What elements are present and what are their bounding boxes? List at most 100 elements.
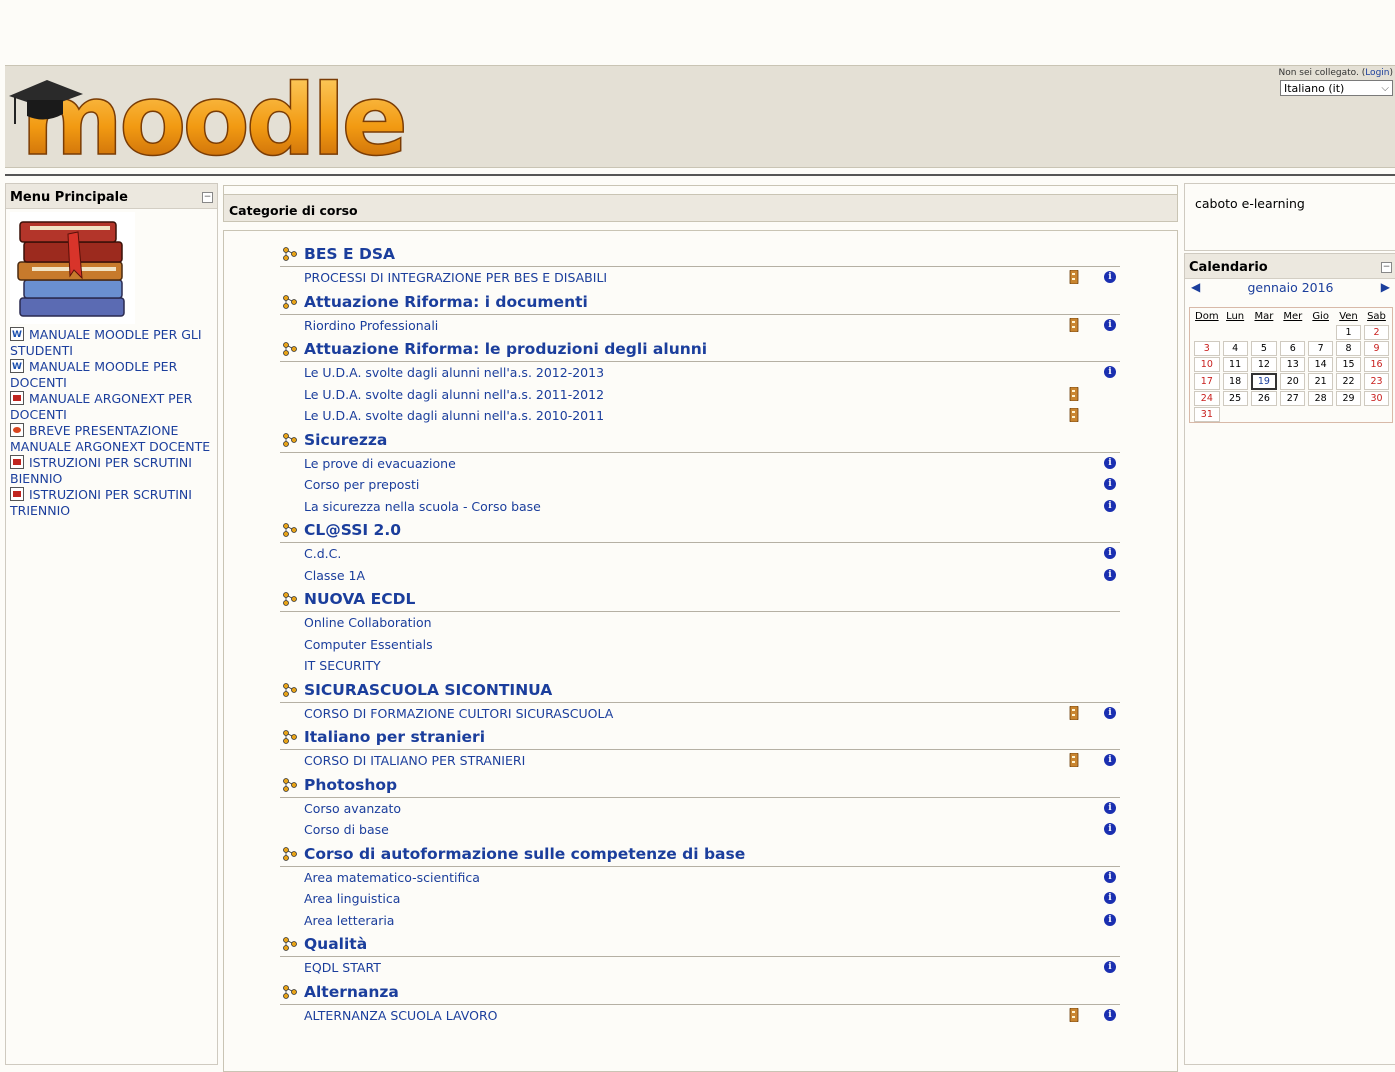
calendar-day[interactable]: 30	[1363, 391, 1389, 406]
collapse-icon[interactable]: −	[1381, 262, 1392, 273]
calendar-day[interactable]: 23	[1363, 373, 1389, 390]
info-icon[interactable]: i	[1104, 1008, 1116, 1021]
course-link[interactable]: CORSO DI FORMAZIONE CULTORI SICURASCUOLA	[304, 706, 613, 721]
resource-link[interactable]: MANUALE MOODLE PER DOCENTI	[10, 359, 177, 390]
calendar-day[interactable]: 22	[1336, 373, 1361, 390]
calendar-day[interactable]: 5	[1250, 341, 1278, 356]
resource-item[interactable]: MANUALE ARGONEXT PER DOCENTI	[10, 391, 215, 423]
calendar-day[interactable]: 13	[1280, 357, 1306, 372]
info-icon[interactable]: i	[1104, 318, 1116, 331]
info-icon[interactable]: i	[1104, 271, 1116, 283]
calendar-day[interactable]: 8	[1336, 341, 1361, 356]
resource-item[interactable]: BREVE PRESENTAZIONE MANUALE ARGONEXT DOC…	[10, 423, 215, 455]
course-link[interactable]: IT SECURITY	[304, 658, 381, 673]
calendar-day[interactable]: 28	[1308, 391, 1333, 406]
info-icon[interactable]: i	[1104, 892, 1116, 904]
info-icon[interactable]: i	[1104, 568, 1116, 581]
course-link[interactable]: Area letteraria	[304, 913, 394, 928]
course-link[interactable]: Riordino Professionali	[304, 318, 438, 333]
course-link[interactable]: CORSO DI ITALIANO PER STRANIERI	[304, 753, 525, 768]
info-icon[interactable]: i	[1104, 499, 1116, 512]
calendar-day[interactable]: 2	[1363, 325, 1389, 340]
resource-link[interactable]: BREVE PRESENTAZIONE MANUALE ARGONEXT DOC…	[10, 423, 210, 454]
resource-link[interactable]: ISTRUZIONI PER SCRUTINI TRIENNIO	[10, 487, 192, 518]
info-icon[interactable]: i	[1104, 801, 1116, 814]
course-link[interactable]: Corso per preposti	[304, 477, 419, 492]
resource-item[interactable]: MANUALE MOODLE PER GLI STUDENTI	[10, 327, 215, 359]
info-icon[interactable]: i	[1104, 706, 1116, 719]
course-link[interactable]: La sicurezza nella scuola - Corso base	[304, 499, 541, 514]
course-link[interactable]: Online Collaboration	[304, 615, 432, 630]
info-icon[interactable]: i	[1104, 547, 1116, 559]
course-link[interactable]: Classe 1A	[304, 568, 365, 583]
calendar-day[interactable]: 7	[1308, 341, 1333, 356]
moodle-logo[interactable]: moodle	[7, 66, 407, 166]
category-link[interactable]: Qualità	[304, 935, 367, 953]
course-link[interactable]: Corso di base	[304, 822, 389, 837]
category-link[interactable]: Corso di autoformazione sulle competenze…	[304, 845, 745, 863]
resource-link[interactable]: MANUALE ARGONEXT PER DOCENTI	[10, 391, 192, 422]
calendar-day[interactable]: 17	[1194, 373, 1220, 390]
calendar-month[interactable]: gennaio 2016	[1185, 280, 1395, 295]
course-link[interactable]: Area linguistica	[304, 891, 400, 906]
course-link[interactable]: PROCESSI DI INTEGRAZIONE PER BES E DISAB…	[304, 270, 607, 285]
calendar-day[interactable]: 15	[1336, 357, 1361, 372]
calendar-day[interactable]: 16	[1363, 357, 1389, 372]
calendar-day[interactable]: 25	[1222, 391, 1248, 406]
course-link[interactable]: Area matematico-scientifica	[304, 870, 480, 885]
language-select[interactable]: Italiano (it) ⌵	[1280, 80, 1393, 96]
category-link[interactable]: Sicurezza	[304, 431, 387, 449]
course-link[interactable]: ALTERNANZA SCUOLA LAVORO	[304, 1008, 497, 1023]
info-icon[interactable]: i	[1104, 456, 1116, 469]
resource-item[interactable]: ISTRUZIONI PER SCRUTINI BIENNIO	[10, 455, 215, 487]
info-icon[interactable]: i	[1104, 366, 1116, 378]
info-icon[interactable]: i	[1104, 870, 1116, 883]
calendar-day[interactable]: 4	[1222, 341, 1248, 356]
category-link[interactable]: Attuazione Riforma: le produzioni degli …	[304, 340, 707, 358]
calendar-day[interactable]: 27	[1280, 391, 1306, 406]
resource-item[interactable]: ISTRUZIONI PER SCRUTINI TRIENNIO	[10, 487, 215, 519]
calendar-day[interactable]: 12	[1250, 357, 1278, 372]
calendar-day[interactable]: 26	[1250, 391, 1278, 406]
next-month-icon[interactable]: ▶	[1381, 280, 1390, 294]
calendar-day[interactable]: 3	[1194, 341, 1220, 356]
category-link[interactable]: Italiano per stranieri	[304, 728, 485, 746]
category-link[interactable]: SICURASCUOLA SICONTINUA	[304, 681, 552, 699]
info-icon[interactable]: i	[1104, 478, 1116, 490]
category-link[interactable]: Alternanza	[304, 983, 399, 1001]
resource-item[interactable]: MANUALE MOODLE PER DOCENTI	[10, 359, 215, 391]
course-link[interactable]: Le U.D.A. svolte dagli alunni nell'a.s. …	[304, 408, 604, 423]
calendar-day[interactable]: 31	[1194, 407, 1220, 422]
calendar-day[interactable]: 6	[1280, 341, 1306, 356]
course-link[interactable]: EQDL START	[304, 960, 381, 975]
calendar-day[interactable]: 29	[1336, 391, 1361, 406]
collapse-icon[interactable]: −	[202, 192, 213, 203]
calendar-day[interactable]: 19	[1250, 373, 1278, 390]
info-icon[interactable]: i	[1104, 961, 1116, 973]
calendar-day[interactable]: 18	[1222, 373, 1248, 390]
category-link[interactable]: Attuazione Riforma: i documenti	[304, 293, 588, 311]
calendar-day[interactable]: 10	[1194, 357, 1220, 372]
calendar-day[interactable]: 1	[1336, 325, 1361, 340]
calendar-day[interactable]: 14	[1308, 357, 1333, 372]
course-link[interactable]: Le U.D.A. svolte dagli alunni nell'a.s. …	[304, 365, 604, 380]
category-link[interactable]: NUOVA ECDL	[304, 590, 415, 608]
calendar-day[interactable]: 11	[1222, 357, 1248, 372]
calendar-day[interactable]: 24	[1194, 391, 1220, 406]
calendar-day[interactable]: 21	[1308, 373, 1333, 390]
calendar-day[interactable]: 9	[1363, 341, 1389, 356]
category-link[interactable]: Photoshop	[304, 776, 397, 794]
resource-link[interactable]: MANUALE MOODLE PER GLI STUDENTI	[10, 327, 202, 358]
resource-link[interactable]: ISTRUZIONI PER SCRUTINI BIENNIO	[10, 455, 192, 486]
course-link[interactable]: Le prove di evacuazione	[304, 456, 456, 471]
course-link[interactable]: C.d.C.	[304, 546, 341, 561]
course-link[interactable]: Corso avanzato	[304, 801, 401, 816]
category-link[interactable]: BES E DSA	[304, 245, 395, 263]
info-icon[interactable]: i	[1104, 754, 1116, 766]
course-link[interactable]: Le U.D.A. svolte dagli alunni nell'a.s. …	[304, 387, 604, 402]
calendar-day[interactable]: 20	[1280, 373, 1306, 390]
info-icon[interactable]: i	[1104, 913, 1116, 926]
login-link[interactable]: Login	[1365, 68, 1389, 78]
course-link[interactable]: Computer Essentials	[304, 637, 433, 652]
info-icon[interactable]: i	[1104, 823, 1116, 835]
